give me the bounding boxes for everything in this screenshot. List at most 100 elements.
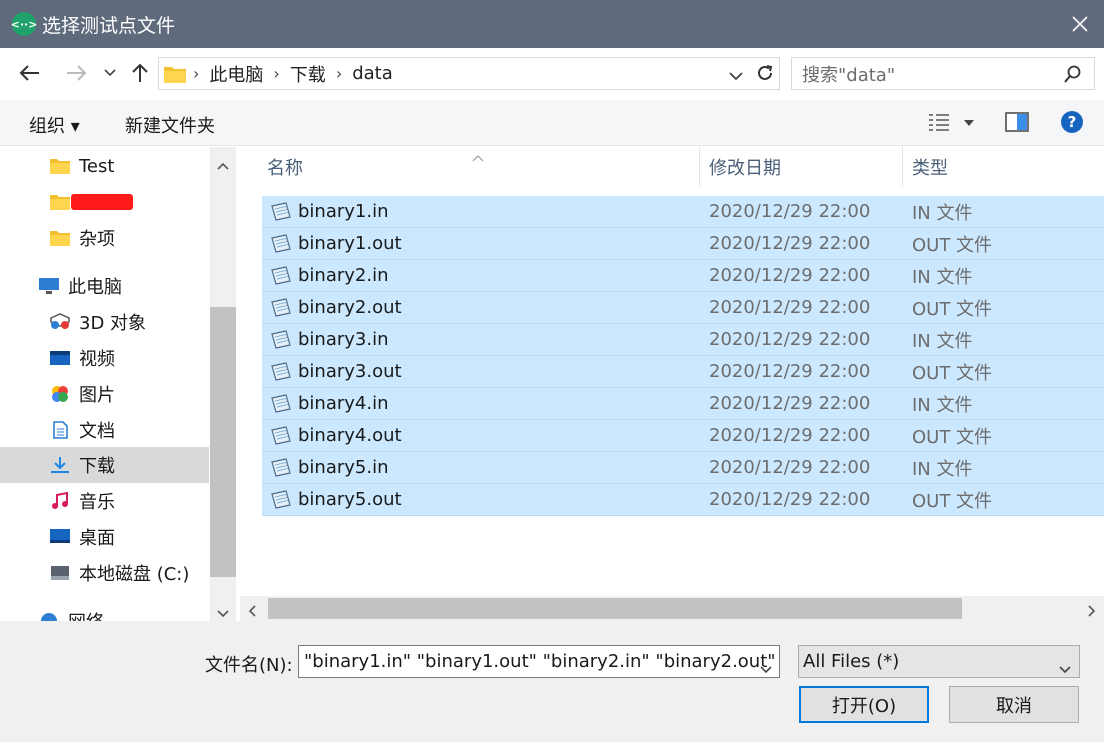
nav-scrollbar[interactable] <box>210 147 236 621</box>
nav-item-music[interactable]: 音乐 <box>0 483 209 519</box>
arrow-right-icon <box>67 65 87 81</box>
nav-item-label: 杂项 <box>79 229 115 250</box>
help-button[interactable]: ? <box>1060 110 1084 138</box>
file-modified-date: 2020/12/29 22:00 <box>709 201 871 222</box>
help-icon: ? <box>1061 111 1083 133</box>
file-row[interactable]: binary2.out 2020/12/29 22:00 OUT 文件 <box>262 292 1104 324</box>
file-icon <box>271 490 291 509</box>
filename-value: "binary1.in" "binary1.out" "binary2.in" … <box>304 651 776 672</box>
file-modified-date: 2020/12/29 22:00 <box>709 393 871 414</box>
file-row[interactable]: binary4.in 2020/12/29 22:00 IN 文件 <box>262 388 1104 420</box>
file-row[interactable]: binary2.in 2020/12/29 22:00 IN 文件 <box>262 260 1104 292</box>
breadcrumb-downloads[interactable]: 下载 <box>290 61 326 87</box>
file-row[interactable]: binary4.out 2020/12/29 22:00 OUT 文件 <box>262 420 1104 452</box>
back-button[interactable] <box>14 58 46 88</box>
chevron-right-icon: › <box>193 64 200 83</box>
nav-item-desktop[interactable]: 桌面 <box>0 519 209 555</box>
scroll-right-button[interactable] <box>1088 602 1096 621</box>
nav-item-test[interactable]: Test <box>0 148 209 184</box>
horizontal-scrollbar[interactable] <box>240 596 1104 621</box>
computer-icon <box>39 278 59 294</box>
scrollbar-thumb[interactable] <box>210 307 236 577</box>
scrollbar-thumb[interactable] <box>268 598 962 619</box>
recent-locations-button[interactable] <box>100 58 120 88</box>
column-divider[interactable] <box>902 147 903 187</box>
svg-text:?: ? <box>1068 113 1077 131</box>
new-folder-button[interactable]: 新建文件夹 <box>125 112 215 138</box>
nav-item-label: 3D 对象 <box>79 313 147 334</box>
column-header-type[interactable]: 类型 <box>912 147 948 187</box>
file-name: binary4.in <box>298 393 389 414</box>
nav-item-label: 网络 <box>68 608 104 621</box>
file-icon <box>271 266 291 285</box>
file-type-select[interactable]: All Files (*) <box>798 645 1080 678</box>
refresh-button[interactable] <box>752 58 778 88</box>
organize-button[interactable]: 组织 ▾ <box>29 112 80 138</box>
nav-item-network[interactable]: 网络 <box>0 603 209 621</box>
file-row[interactable]: binary5.out 2020/12/29 22:00 OUT 文件 <box>262 484 1104 516</box>
address-dropdown-button[interactable] <box>729 66 743 85</box>
file-row[interactable]: binary3.in 2020/12/29 22:00 IN 文件 <box>262 324 1104 356</box>
file-row[interactable]: binary5.in 2020/12/29 22:00 IN 文件 <box>262 452 1104 484</box>
scroll-down-button[interactable] <box>217 603 229 621</box>
file-type-dropdown[interactable] <box>1059 658 1071 679</box>
filename-label: 文件名(N): <box>205 655 293 676</box>
breadcrumb-data[interactable]: data <box>352 63 393 84</box>
chevron-right-icon: › <box>273 64 280 83</box>
nav-item-redacted-folder[interactable] <box>0 184 209 220</box>
navigation-pane: Test 杂项 此电脑 3D 对象 视频 图片 文档 下载 音乐 桌面 本地磁盘… <box>0 147 236 621</box>
preview-pane-button[interactable] <box>1005 112 1029 136</box>
chevron-down-icon <box>760 666 772 674</box>
search-icon <box>1064 65 1081 83</box>
folder-icon <box>50 231 70 246</box>
nav-item-label: 本地磁盘 (C:) <box>79 564 190 585</box>
address-bar[interactable]: › 此电脑 › 下载 › data <box>158 57 780 90</box>
file-row[interactable]: binary1.out 2020/12/29 22:00 OUT 文件 <box>262 228 1104 260</box>
nav-item-this-pc[interactable]: 此电脑 <box>0 268 209 304</box>
nav-item-3d-objects[interactable]: 3D 对象 <box>0 304 209 340</box>
search-input[interactable]: 搜索"data" <box>791 57 1095 90</box>
video-icon <box>50 351 70 365</box>
desktop-icon <box>50 529 70 543</box>
nav-item-misc[interactable]: 杂项 <box>0 220 209 256</box>
folder-icon <box>50 159 70 174</box>
breadcrumb-this-pc[interactable]: 此电脑 <box>209 61 263 87</box>
file-modified-date: 2020/12/29 22:00 <box>709 329 871 350</box>
nav-item-label: 音乐 <box>79 492 115 513</box>
nav-item-label: 下载 <box>79 456 115 477</box>
file-type: IN 文件 <box>912 458 973 480</box>
close-icon <box>1072 16 1088 32</box>
file-type: OUT 文件 <box>912 234 993 256</box>
drive-icon <box>51 566 69 580</box>
open-button[interactable]: 打开(O) <box>799 686 929 723</box>
chevron-left-icon <box>248 605 256 617</box>
file-row[interactable]: binary3.out 2020/12/29 22:00 OUT 文件 <box>262 356 1104 388</box>
nav-item-pictures[interactable]: 图片 <box>0 376 209 412</box>
window-title: 选择测试点文件 <box>42 14 176 37</box>
column-header-modified[interactable]: 修改日期 <box>709 147 781 187</box>
file-modified-date: 2020/12/29 22:00 <box>709 233 871 254</box>
dialog-footer: 文件名(N): "binary1.in" "binary1.out" "bina… <box>0 621 1104 742</box>
nav-item-downloads[interactable]: 下载 <box>0 447 209 483</box>
column-header-name[interactable]: 名称 <box>267 147 303 187</box>
nav-item-label: Test <box>79 155 115 177</box>
forward-button[interactable] <box>60 58 92 88</box>
file-name: binary3.out <box>298 361 402 382</box>
filename-history-button[interactable] <box>760 658 772 677</box>
cancel-button[interactable]: 取消 <box>949 686 1079 723</box>
close-button[interactable] <box>1066 10 1094 38</box>
column-divider[interactable] <box>699 147 700 187</box>
nav-item-label: 文档 <box>79 421 115 442</box>
file-row[interactable]: binary1.in 2020/12/29 22:00 IN 文件 <box>262 196 1104 228</box>
file-type: IN 文件 <box>912 394 973 416</box>
filename-input[interactable]: "binary1.in" "binary1.out" "binary2.in" … <box>298 645 780 678</box>
nav-item-videos[interactable]: 视频 <box>0 340 209 376</box>
scroll-left-button[interactable] <box>248 602 256 621</box>
file-name: binary5.out <box>298 489 402 510</box>
view-options-button[interactable] <box>928 112 978 134</box>
nav-item-documents[interactable]: 文档 <box>0 412 209 448</box>
nav-item-local-disk[interactable]: 本地磁盘 (C:) <box>0 555 209 591</box>
scroll-up-button[interactable] <box>217 155 229 174</box>
up-button[interactable] <box>127 58 153 88</box>
chevron-down-icon <box>729 72 743 81</box>
